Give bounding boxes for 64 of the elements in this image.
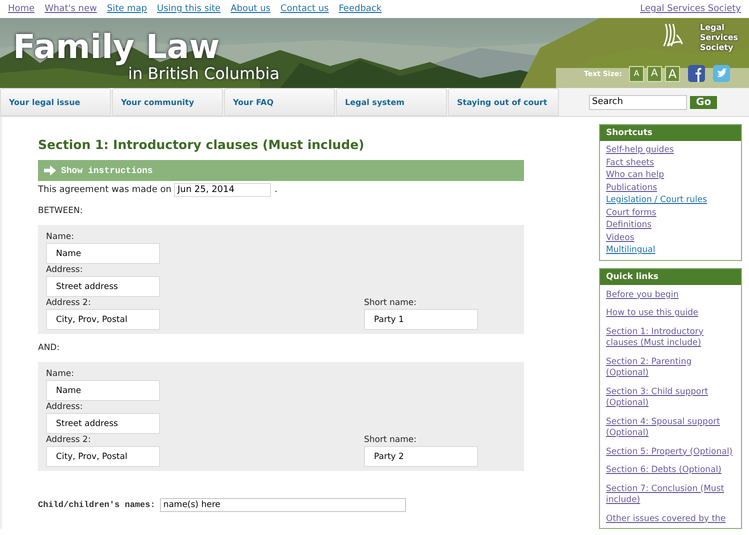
sidebar-link[interactable]: Definitions xyxy=(606,220,652,232)
search-field[interactable]: Search xyxy=(589,94,687,110)
sidebar-link[interactable]: Section 3: Child support (Optional) xyxy=(606,386,735,410)
sidebar-link[interactable]: Self-help guides xyxy=(606,145,674,156)
short-name-field[interactable]: Party 1 xyxy=(364,309,478,330)
top-nav-link[interactable]: Contact us xyxy=(280,4,329,14)
children-names-field[interactable]: name(s) here xyxy=(160,498,406,512)
field-label: Address: xyxy=(46,265,83,276)
top-nav-link[interactable]: Using this site xyxy=(157,4,221,14)
sidebar-link[interactable]: Court forms xyxy=(606,208,656,219)
swoosh-logo-icon xyxy=(662,22,684,48)
field-label: Short name: xyxy=(364,435,416,446)
party-intro: AND: xyxy=(38,343,61,353)
address-2-field[interactable]: City, Prov, Postal xyxy=(46,309,160,330)
field-label: Address 2: xyxy=(46,435,91,446)
sidebar-link[interactable]: Section 4: Spousal support (Optional) xyxy=(606,416,735,440)
field-label: Name: xyxy=(46,232,74,243)
sidebar-link[interactable]: Fact sheets xyxy=(606,158,654,169)
field-label: Address 2: xyxy=(46,298,91,309)
sidebar-link[interactable]: Multilingual xyxy=(606,245,656,256)
top-nav-link[interactable]: Home xyxy=(8,4,35,14)
top-nav-link[interactable]: What's new xyxy=(44,4,97,14)
children-names-label: Child/children's names: xyxy=(38,500,156,510)
sidebar-link[interactable]: Section 7: Conclusion (Must include) xyxy=(606,484,735,506)
search-button[interactable]: Go xyxy=(690,96,718,108)
address-field[interactable]: Street address xyxy=(46,413,160,434)
sidebar-link[interactable]: Section 5: Property (Optional) xyxy=(606,446,732,458)
field-label: Address: xyxy=(46,402,83,413)
facebook-icon[interactable] xyxy=(688,65,705,82)
org-link[interactable]: Legal Services Society xyxy=(640,4,741,14)
agreement-text: This agreement was made on xyxy=(38,185,172,195)
top-nav-link[interactable]: About us xyxy=(230,4,270,14)
nav-tab[interactable]: Your FAQ xyxy=(224,88,335,116)
field-label: Short name: xyxy=(364,298,416,309)
nav-tab[interactable]: Your community xyxy=(112,88,223,116)
address-field[interactable]: Street address xyxy=(46,276,160,297)
arrow-icon xyxy=(44,165,56,176)
short-name-field[interactable]: Party 2 xyxy=(364,446,478,467)
top-nav-link[interactable]: Feedback xyxy=(338,4,382,14)
logo-text: Legal Services Society xyxy=(700,23,740,53)
address-2-field[interactable]: City, Prov, Postal xyxy=(46,446,160,467)
sidebar-link[interactable]: Legislation / Court rules xyxy=(606,195,708,206)
sidebar-link[interactable]: Before you begin xyxy=(606,290,679,301)
sidebar-link[interactable]: Section 6: Debts (Optional) xyxy=(606,465,722,476)
site-subtitle: in British Columbia xyxy=(128,65,280,83)
field-label: Name: xyxy=(46,369,74,380)
section-heading: Section 1: Introductory clauses (Must include) xyxy=(38,137,366,152)
sidebar-link[interactable]: Videos xyxy=(606,232,634,244)
sidebar-link[interactable]: Publications xyxy=(606,182,658,194)
nav-tab[interactable]: Your legal issue xyxy=(0,88,111,116)
sidebar-link[interactable]: Section 2: Parenting (Optional) xyxy=(606,356,735,380)
sidebar-link[interactable]: How to use this guide xyxy=(606,308,698,320)
panel-title: Quick links xyxy=(600,268,741,284)
party-intro: BETWEEN: xyxy=(38,206,84,216)
name-field[interactable]: Name xyxy=(46,243,160,264)
sidebar-link[interactable]: Who can help xyxy=(606,170,664,182)
sidebar-link[interactable]: Other issues covered by the xyxy=(606,514,726,525)
nav-tab[interactable]: Staying out of court xyxy=(448,88,559,116)
panel-title: Shortcuts xyxy=(600,125,741,141)
top-nav-link[interactable]: Site map xyxy=(106,4,147,14)
name-field[interactable]: Name xyxy=(46,380,160,401)
nav-tab[interactable]: Legal system xyxy=(336,88,447,116)
period-text: . xyxy=(274,185,278,195)
sidebar-link[interactable]: Section 1: Introductory clauses (Must include) xyxy=(606,326,735,350)
